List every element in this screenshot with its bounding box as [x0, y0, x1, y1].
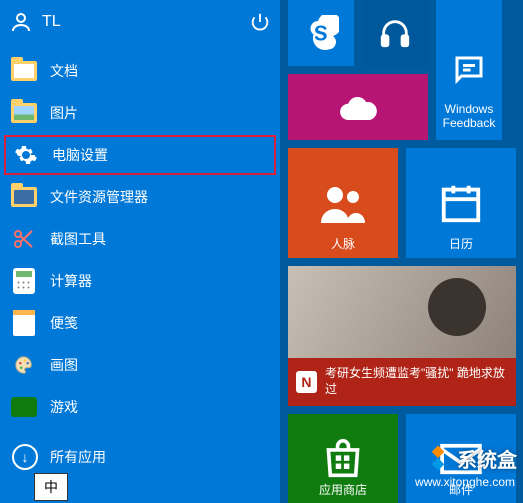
menu-item-label: 便笺: [50, 313, 78, 333]
skype-icon: [303, 15, 339, 51]
tile-windows-feedback[interactable]: Windows Feedback: [436, 0, 502, 140]
menu-item-sticky-notes[interactable]: 便笺: [0, 302, 280, 344]
menu-item-label: 文件资源管理器: [50, 187, 148, 207]
palette-icon: [10, 351, 38, 379]
watermark: 系统盒: [423, 443, 517, 473]
menu-item-paint[interactable]: 画图: [0, 344, 280, 386]
menu-item-file-explorer[interactable]: 文件资源管理器: [0, 176, 280, 218]
tile-row-2: 人脉 日历: [288, 148, 523, 258]
sticky-notes-icon: [10, 309, 38, 337]
tile-label: 应用商店: [288, 481, 398, 498]
start-menu: TL 文档 图片 电脑设置: [0, 0, 523, 503]
menu-item-label: 截图工具: [50, 229, 106, 249]
gear-icon: [12, 141, 40, 169]
menu-item-label: 文档: [50, 61, 78, 81]
arrow-down-icon: ↓: [12, 444, 38, 470]
power-button[interactable]: [244, 6, 276, 38]
file-explorer-icon: [10, 183, 38, 211]
watermark-url: www.xitonghe.com: [415, 475, 515, 489]
calendar-icon: [438, 180, 484, 226]
menu-item-snipping-tool[interactable]: 截图工具: [0, 218, 280, 260]
user-icon: [8, 9, 34, 35]
store-icon: [321, 439, 365, 479]
cloud-icon: [338, 94, 378, 120]
pictures-icon: [10, 99, 38, 127]
menu-item-pc-settings[interactable]: 电脑设置: [4, 135, 276, 175]
games-icon: [10, 393, 38, 421]
scissors-icon: [10, 225, 38, 253]
user-name: TL: [42, 13, 61, 31]
watermark-brand: 系统盒: [457, 444, 517, 473]
news-source-icon: N: [296, 371, 317, 393]
news-headline: 考研女生频遭监考"骚扰" 跪地求放过: [325, 366, 508, 397]
menu-item-calculator[interactable]: 计算器: [0, 260, 280, 302]
tile-music[interactable]: [362, 0, 428, 66]
people-icon: [318, 183, 368, 223]
news-caption: N 考研女生频遭监考"骚扰" 跪地求放过: [288, 358, 516, 406]
menu-item-label: 游戏: [50, 397, 78, 417]
menu-item-games[interactable]: 游戏: [0, 386, 280, 428]
menu-item-label: 计算器: [50, 271, 92, 291]
tile-skype[interactable]: [288, 0, 354, 66]
all-apps-label: 所有应用: [50, 447, 106, 467]
menu-item-pictures[interactable]: 图片: [0, 92, 280, 134]
news-image: [288, 266, 516, 358]
start-menu-items: 文档 图片 电脑设置 文件资源管理器 截图工具: [0, 44, 280, 428]
tile-label: 人脉: [288, 235, 398, 252]
calculator-icon: [10, 267, 38, 295]
tile-label: 日历: [406, 235, 516, 252]
menu-item-label: 画图: [50, 355, 78, 375]
tile-row-3: N 考研女生频遭监考"骚扰" 跪地求放过: [288, 266, 523, 406]
documents-icon: [10, 57, 38, 85]
ime-indicator[interactable]: 中: [34, 473, 68, 501]
feedback-icon: [451, 52, 487, 88]
menu-item-label: 电脑设置: [52, 145, 108, 165]
ime-label: 中: [44, 477, 58, 497]
start-header: TL: [0, 0, 280, 44]
tile-label: Windows Feedback: [436, 102, 502, 130]
menu-item-documents[interactable]: 文档: [0, 50, 280, 92]
tile-store[interactable]: 应用商店: [288, 414, 398, 503]
watermark-logo-icon: [423, 443, 453, 473]
tile-news[interactable]: N 考研女生频遭监考"骚扰" 跪地求放过: [288, 266, 516, 406]
tile-onedrive[interactable]: [288, 74, 428, 140]
tile-people[interactable]: 人脉: [288, 148, 398, 258]
tile-calendar[interactable]: 日历: [406, 148, 516, 258]
start-left-panel: TL 文档 图片 电脑设置: [0, 0, 280, 503]
menu-item-label: 图片: [50, 103, 78, 123]
start-tiles: Windows Feedback 人脉 日历 N 考研女生频: [280, 0, 523, 503]
user-account[interactable]: TL: [4, 9, 61, 35]
headphones-icon: [378, 16, 412, 50]
